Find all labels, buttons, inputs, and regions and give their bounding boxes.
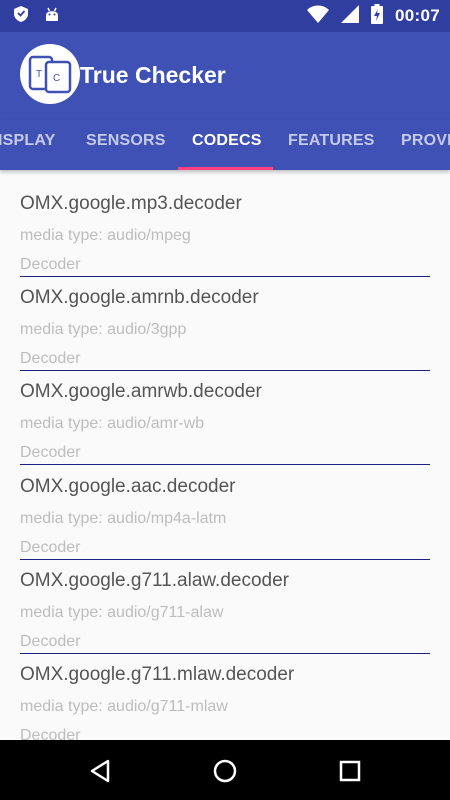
home-icon[interactable] <box>210 756 240 786</box>
logo-letter-t: T <box>36 69 42 80</box>
codec-name: OMX.google.g711.alaw.decoder <box>20 570 289 591</box>
codec-item[interactable]: OMX.google.mp3.decoder media type: audio… <box>20 172 430 277</box>
codec-item[interactable]: OMX.google.g711.mlaw.decoder media type:… <box>20 643 430 740</box>
codec-media-type: media type: audio/mpeg <box>20 227 191 244</box>
wifi-icon <box>307 5 330 28</box>
navigation-bar <box>0 740 450 800</box>
app-title: True Checker <box>80 62 226 88</box>
recents-icon[interactable] <box>335 756 365 786</box>
codec-item[interactable]: OMX.google.aac.decoder media type: audio… <box>20 455 430 560</box>
signal-icon <box>341 4 360 28</box>
clock-time: 00:07 <box>395 6 440 25</box>
tab-providers[interactable]: PROVI <box>401 120 450 170</box>
codec-item[interactable]: OMX.google.g711.alaw.decoder media type:… <box>20 549 430 654</box>
codec-media-type: media type: audio/3gpp <box>20 321 187 338</box>
codec-media-type: media type: audio/g711-mlaw <box>20 698 228 715</box>
app-logo: T C <box>20 44 80 104</box>
codec-name: OMX.google.g711.mlaw.decoder <box>20 664 295 685</box>
codec-media-type: media type: audio/mp4a-latm <box>20 510 227 527</box>
codec-name: OMX.google.amrwb.decoder <box>20 381 262 402</box>
app-bar: T C True Checker <box>0 32 450 120</box>
status-bar: 00:07 <box>0 0 450 32</box>
tab-sensors[interactable]: SENSORS <box>86 120 166 170</box>
tab-features[interactable]: FEATURES <box>288 120 375 170</box>
codec-media-type: media type: audio/amr-wb <box>20 415 205 432</box>
codec-name: OMX.google.aac.decoder <box>20 476 236 497</box>
tab-bar: ISPLAY SENSORS CODECS FEATURES PROVI <box>0 120 450 170</box>
tab-display[interactable]: ISPLAY <box>0 120 56 170</box>
shield-icon <box>14 6 28 27</box>
tab-codecs[interactable]: CODECS <box>192 120 262 170</box>
android-icon <box>44 6 60 27</box>
tab-indicator <box>178 167 273 170</box>
codec-kind: Decoder <box>20 727 81 740</box>
logo-letter-c: C <box>53 73 60 84</box>
codec-name: OMX.google.amrnb.decoder <box>20 287 259 308</box>
back-icon[interactable] <box>86 756 116 786</box>
battery-charging-icon <box>371 3 384 29</box>
codec-item[interactable]: OMX.google.amrnb.decoder media type: aud… <box>20 266 430 371</box>
codec-name: OMX.google.mp3.decoder <box>20 193 242 214</box>
codec-item[interactable]: OMX.google.amrwb.decoder media type: aud… <box>20 360 430 465</box>
codec-media-type: media type: audio/g711-alaw <box>20 604 224 621</box>
codec-list[interactable]: OMX.google.mp3.decoder media type: audio… <box>0 172 450 740</box>
